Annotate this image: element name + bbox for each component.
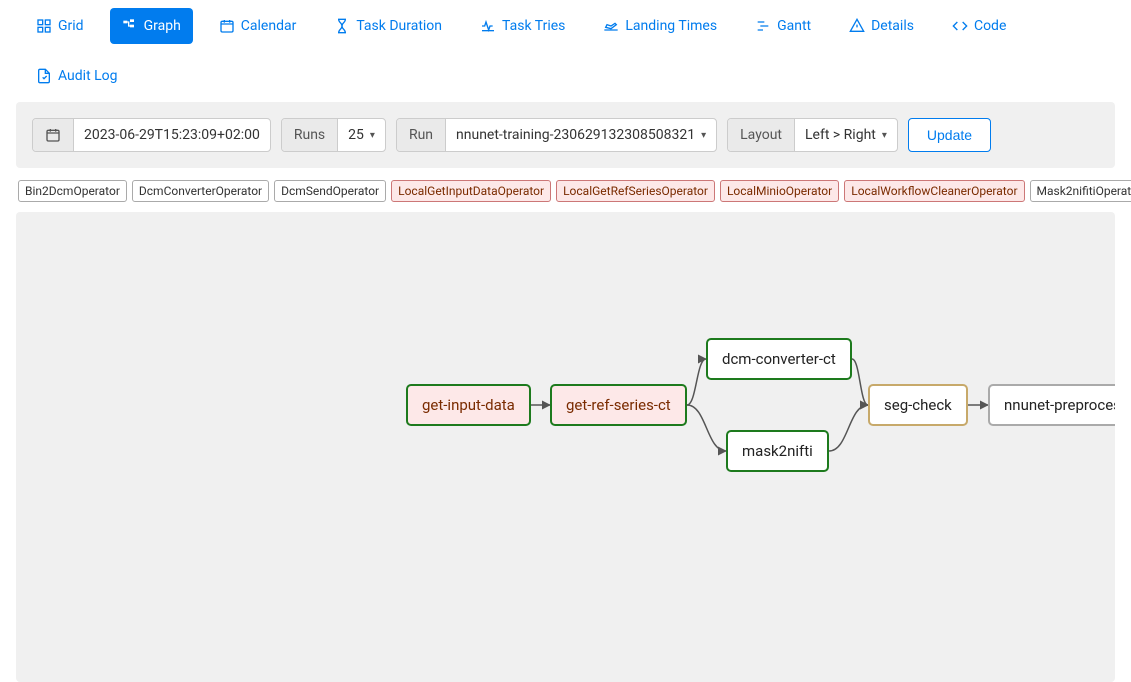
tab-label: Landing Times bbox=[625, 18, 717, 34]
update-button[interactable]: Update bbox=[908, 118, 991, 152]
tab-audit-log[interactable]: Audit Log bbox=[24, 58, 130, 94]
view-tabs: Grid Graph Calendar Task Duration Task T… bbox=[0, 0, 1131, 102]
tab-task-tries[interactable]: Task Tries bbox=[468, 8, 577, 44]
run-group[interactable]: Run nnunet-training-230629132308508321 ▾ bbox=[396, 118, 717, 152]
landing-icon bbox=[603, 18, 619, 34]
operator-legend: Bin2DcmOperatorDcmConverterOperatorDcmSe… bbox=[0, 168, 1131, 208]
gantt-icon bbox=[755, 18, 771, 34]
graph-node-mask2nifti[interactable]: mask2nifti bbox=[726, 430, 829, 472]
toolbar: 2023-06-29T15:23:09+02:00 Runs 25 ▾ Run … bbox=[16, 102, 1115, 168]
tab-gantt[interactable]: Gantt bbox=[743, 8, 823, 44]
grid-icon bbox=[36, 18, 52, 34]
tab-label: Graph bbox=[144, 18, 181, 34]
operator-tag[interactable]: DcmConverterOperator bbox=[132, 180, 269, 202]
operator-tag[interactable]: LocalGetRefSeriesOperator bbox=[556, 180, 715, 202]
tab-code[interactable]: Code bbox=[940, 8, 1018, 44]
runs-label: Runs bbox=[282, 119, 338, 151]
layout-select[interactable]: Left > Right ▾ bbox=[795, 119, 897, 151]
runs-value: 25 bbox=[348, 127, 364, 143]
operator-tag[interactable]: Mask2nifitiOperator bbox=[1030, 180, 1131, 202]
graph-edge bbox=[852, 359, 868, 405]
operator-tag[interactable]: Bin2DcmOperator bbox=[18, 180, 127, 202]
tab-label: Grid bbox=[58, 18, 84, 34]
graph-node-get-input-data[interactable]: get-input-data bbox=[406, 384, 531, 426]
tab-landing-times[interactable]: Landing Times bbox=[591, 8, 729, 44]
hourglass-icon bbox=[334, 18, 350, 34]
graph-node-get-ref-series-ct[interactable]: get-ref-series-ct bbox=[550, 384, 687, 426]
layout-value: Left > Right bbox=[805, 127, 876, 143]
tab-task-duration[interactable]: Task Duration bbox=[322, 8, 454, 44]
graph-edge bbox=[687, 405, 726, 451]
runs-group[interactable]: Runs 25 ▾ bbox=[281, 118, 386, 152]
run-select[interactable]: nnunet-training-230629132308508321 ▾ bbox=[446, 119, 716, 151]
graph-node-nnunet-preprocess[interactable]: nnunet-preprocess bbox=[988, 384, 1115, 426]
audit-log-icon bbox=[36, 68, 52, 84]
base-date-group[interactable]: 2023-06-29T15:23:09+02:00 bbox=[32, 118, 271, 152]
run-value: nnunet-training-230629132308508321 bbox=[456, 127, 695, 143]
tab-label: Task Tries bbox=[502, 18, 565, 34]
calendar-icon bbox=[33, 119, 74, 151]
base-date-input[interactable]: 2023-06-29T15:23:09+02:00 bbox=[74, 119, 270, 151]
graph-edge bbox=[829, 405, 868, 451]
graph-node-seg-check[interactable]: seg-check bbox=[868, 384, 968, 426]
chevron-down-icon: ▾ bbox=[370, 130, 375, 141]
tab-graph[interactable]: Graph bbox=[110, 8, 193, 44]
operator-tag[interactable]: LocalWorkflowCleanerOperator bbox=[844, 180, 1024, 202]
tab-label: Details bbox=[871, 18, 914, 34]
retry-icon bbox=[480, 18, 496, 34]
graph-canvas[interactable]: get-input-data get-ref-series-ct dcm-conve… bbox=[16, 212, 1115, 682]
operator-tag[interactable]: LocalGetInputDataOperator bbox=[391, 180, 551, 202]
operator-tag[interactable]: LocalMinioOperator bbox=[720, 180, 839, 202]
graph-node-dcm-converter-ct[interactable]: dcm-converter-ct bbox=[706, 338, 852, 380]
tab-label: Gantt bbox=[777, 18, 811, 34]
chevron-down-icon: ▾ bbox=[701, 130, 706, 141]
runs-select[interactable]: 25 ▾ bbox=[338, 119, 385, 151]
tab-label: Audit Log bbox=[58, 68, 118, 84]
tab-grid[interactable]: Grid bbox=[24, 8, 96, 44]
code-icon bbox=[952, 18, 968, 34]
chevron-down-icon: ▾ bbox=[882, 130, 887, 141]
details-icon bbox=[849, 18, 865, 34]
tab-label: Code bbox=[974, 18, 1006, 34]
tab-calendar[interactable]: Calendar bbox=[207, 8, 309, 44]
run-label: Run bbox=[397, 119, 446, 151]
tab-label: Calendar bbox=[241, 18, 297, 34]
graph-icon bbox=[122, 18, 138, 34]
layout-group[interactable]: Layout Left > Right ▾ bbox=[727, 118, 898, 152]
tab-details[interactable]: Details bbox=[837, 8, 926, 44]
calendar-icon bbox=[219, 18, 235, 34]
graph-edge bbox=[687, 359, 706, 405]
layout-label: Layout bbox=[728, 119, 795, 151]
tab-label: Task Duration bbox=[356, 18, 442, 34]
operator-tag[interactable]: DcmSendOperator bbox=[274, 180, 386, 202]
